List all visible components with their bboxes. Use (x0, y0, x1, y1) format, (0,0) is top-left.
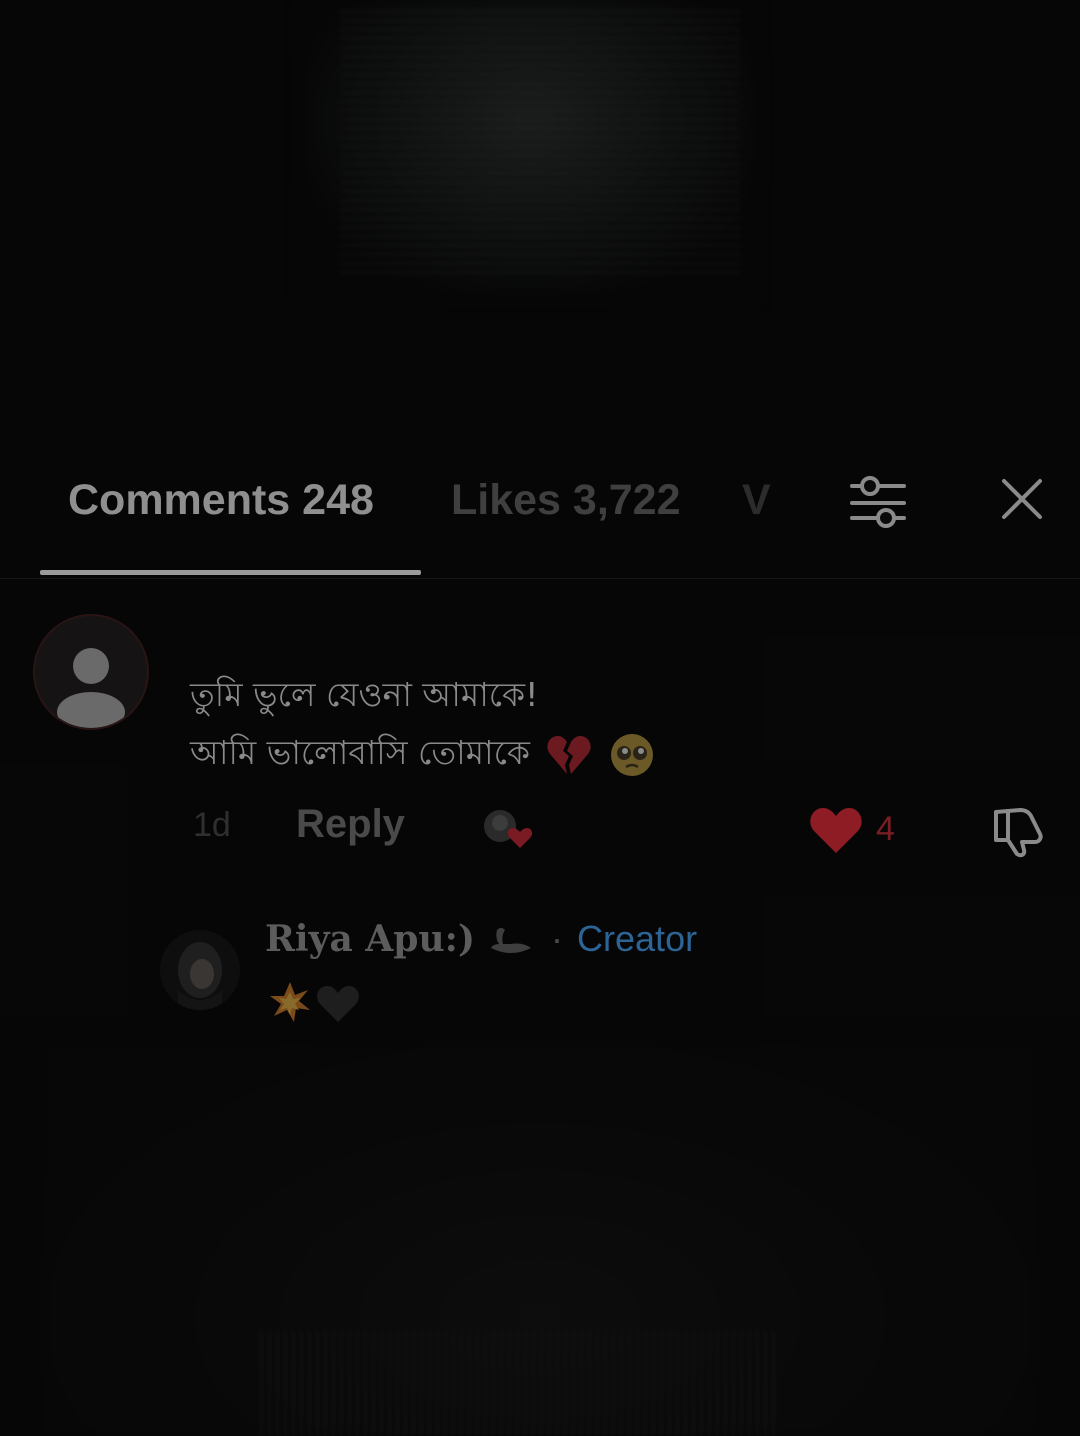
reply-emojis (270, 982, 359, 1022)
comment-line-1: তুমি ভুলে যেওনা আমাকে! (190, 675, 539, 714)
comment-line-2: আমি ভালোবাসি তোমাকে (190, 724, 655, 782)
creator-badge: Creator (577, 918, 698, 959)
swan-icon (491, 928, 531, 954)
dislike-icon[interactable] (990, 804, 1048, 858)
creator-liked-icon (484, 810, 533, 848)
commenter-avatar[interactable] (33, 614, 149, 730)
default-user-icon (57, 648, 125, 728)
comment-actions: 1d Reply 4 (0, 798, 1080, 858)
comments-panel: Comments 248 Likes 3,722 V তুমি ভুলে যেও… (0, 418, 1080, 1436)
tab-views-partial[interactable]: V (742, 476, 771, 525)
reply-separator: · (551, 918, 564, 959)
reply-avatar[interactable] (160, 930, 240, 1010)
black-heart-icon (317, 986, 359, 1022)
comment-time: 1d (193, 806, 231, 844)
tab-comments[interactable]: Comments 248 (68, 476, 374, 525)
close-icon[interactable] (998, 475, 1046, 523)
broken-heart-icon (547, 735, 592, 774)
reply-button[interactable]: Reply (296, 802, 405, 847)
video-comments-screen: Comments 248 Likes 3,722 V তুমি ভুলে যেও… (0, 0, 1080, 1436)
like-heart-icon[interactable] (808, 805, 864, 855)
comment-body: তুমি ভুলে যেওনা আমাকে! আমি ভালোবাসি তোমা… (190, 666, 655, 782)
tab-divider (0, 578, 1080, 579)
comments-tab-bar: Comments 248 Likes 3,722 V (0, 418, 1080, 579)
pleading-face-icon (610, 733, 653, 776)
like-count: 4 (876, 810, 895, 848)
creator-avatar-photo (178, 942, 222, 1010)
reply-header: Riya Apu:) · Creator (265, 918, 697, 960)
video-background-texture (340, 10, 740, 280)
collision-icon (270, 982, 310, 1022)
comment-line-2-text: আমি ভালোবাসি তোমাকে (190, 733, 530, 772)
active-tab-indicator (40, 570, 421, 575)
reply-author-name[interactable]: Riya Apu:) (265, 918, 475, 960)
tab-likes[interactable]: Likes 3,722 (451, 476, 681, 525)
filter-sliders-icon[interactable] (848, 473, 908, 531)
